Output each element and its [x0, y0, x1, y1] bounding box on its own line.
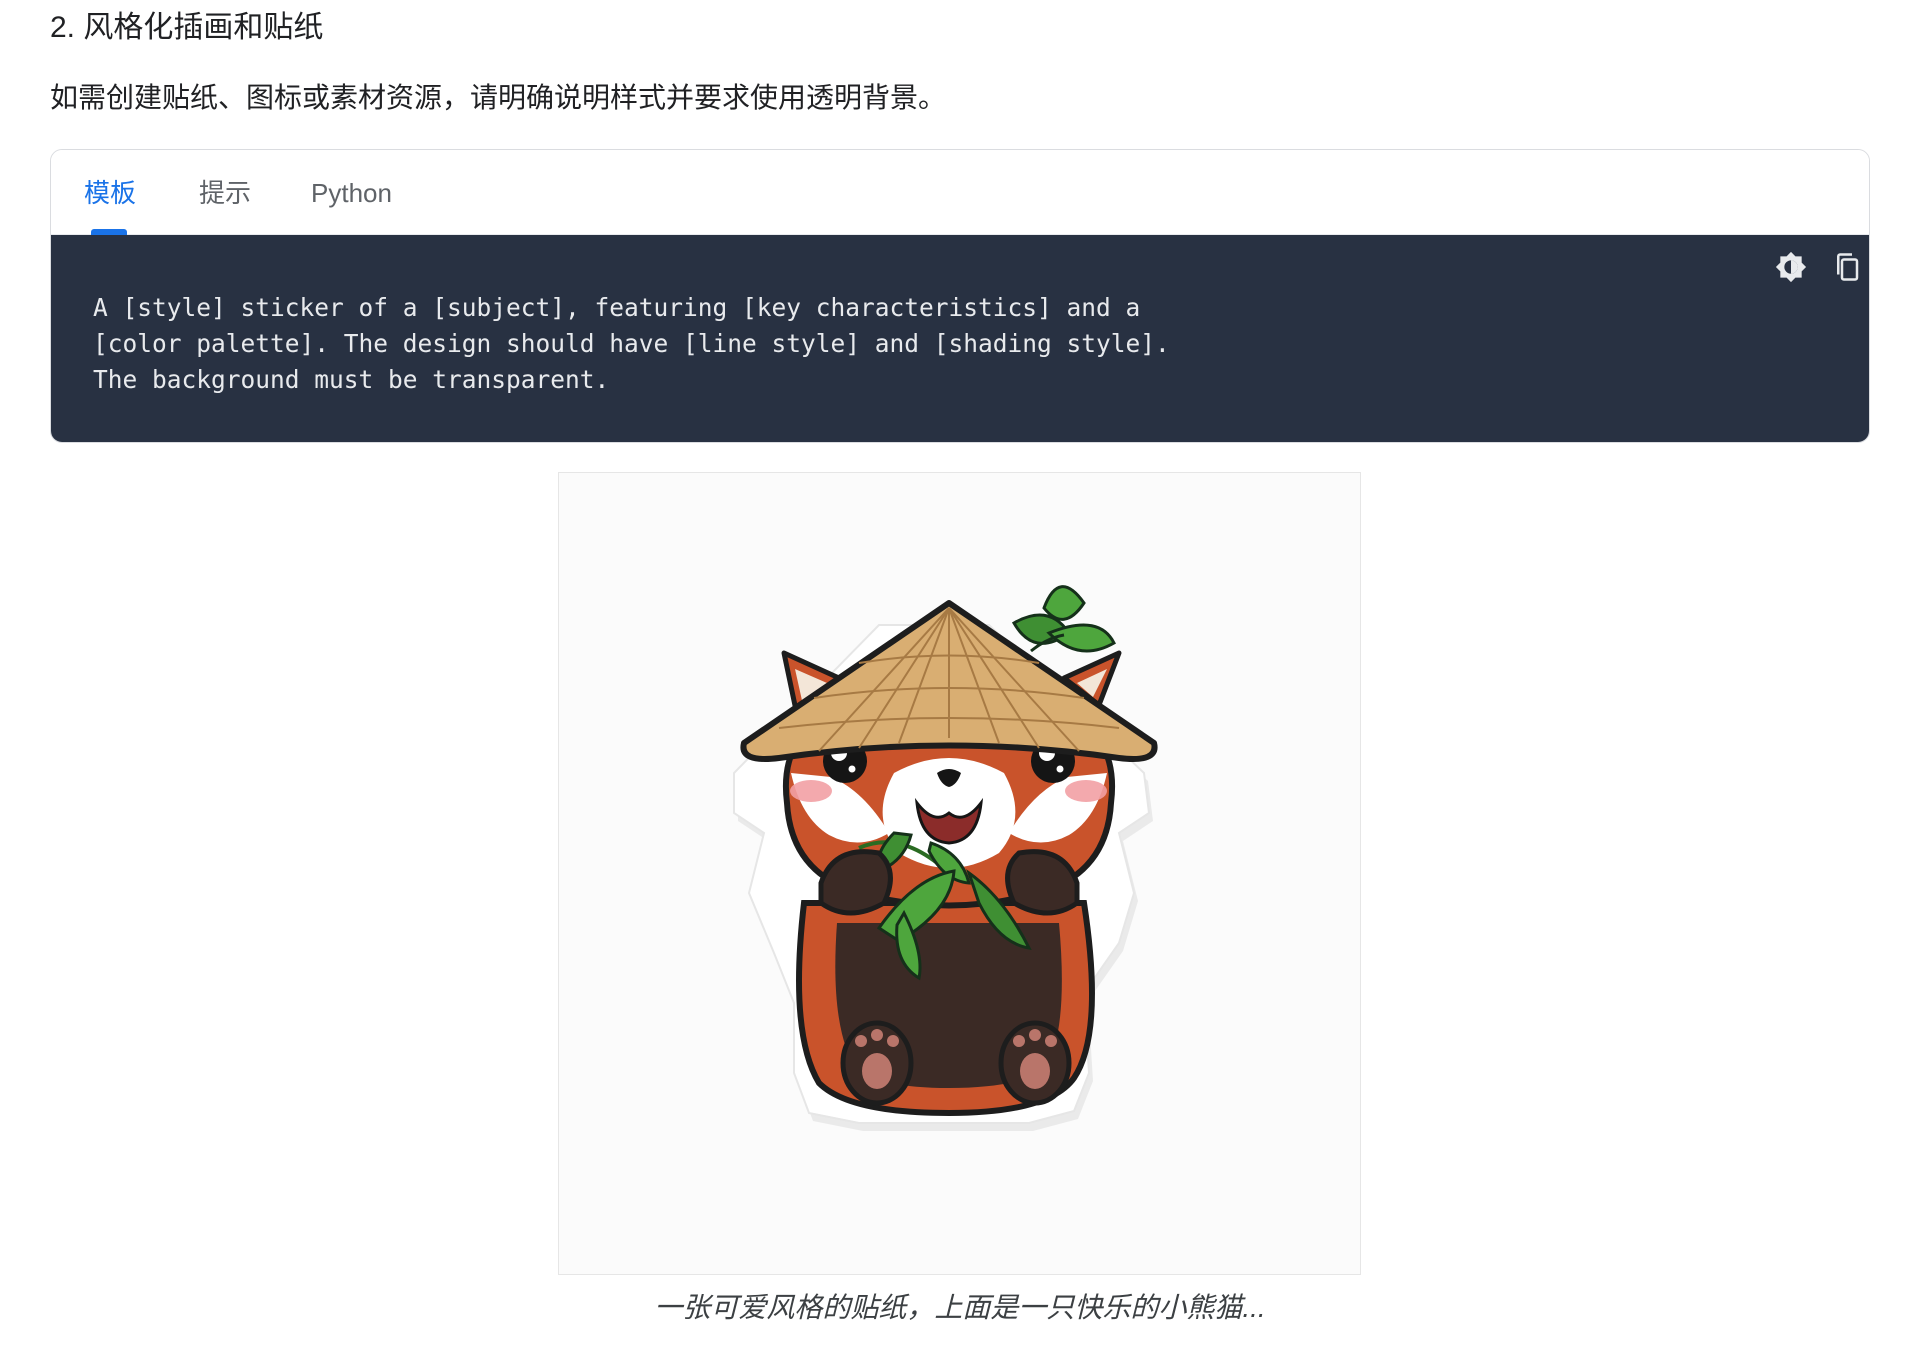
- copy-button[interactable]: [1825, 245, 1869, 289]
- red-panda-sticker-illustration: [733, 585, 1158, 1131]
- tab-prompt[interactable]: 提示: [199, 176, 251, 210]
- image-caption: 一张可爱风格的贴纸，上面是一只快乐的小熊猫...: [654, 1292, 1266, 1323]
- section-description: 如需创建贴纸、图标或素材资源，请明确说明样式并要求使用透明背景。: [50, 82, 947, 113]
- code-sample-card: 模板 提示 Python A [style] sticker of a [sub…: [50, 149, 1870, 443]
- sticker-image: [558, 472, 1361, 1275]
- tab-python[interactable]: Python: [311, 176, 392, 210]
- code-line: The background must be transparent.: [93, 365, 610, 394]
- code-body: A [style] sticker of a [subject], featur…: [51, 235, 1869, 442]
- code-tab-bar: 模板 提示 Python: [51, 150, 1869, 235]
- copy-icon: [1837, 253, 1859, 281]
- code-line: [color palette]. The design should have …: [93, 329, 1170, 358]
- section-heading: 2. 风格化插画和贴纸: [50, 11, 324, 44]
- code-line: A [style] sticker of a [subject], featur…: [93, 293, 1141, 322]
- tab-template[interactable]: 模板: [84, 176, 136, 210]
- code-text: A [style] sticker of a [subject], featur…: [93, 290, 1170, 398]
- brightness-contrast-icon: [1775, 251, 1807, 283]
- theme-toggle-button[interactable]: [1769, 245, 1813, 289]
